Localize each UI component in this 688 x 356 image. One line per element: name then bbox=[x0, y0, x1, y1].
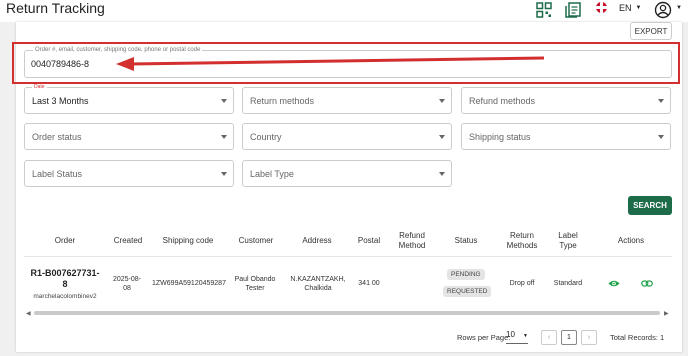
chevron-down-icon bbox=[221, 172, 227, 176]
col-status[interactable]: Status bbox=[446, 236, 486, 246]
refund-methods-label: Refund methods bbox=[469, 96, 536, 106]
scroll-left-icon[interactable]: ◀ bbox=[26, 310, 31, 317]
col-address[interactable]: Address bbox=[296, 236, 338, 246]
search-input[interactable]: Order #, email, customer, shipping code,… bbox=[24, 47, 672, 78]
col-refund-method[interactable]: Refund Method bbox=[392, 231, 432, 251]
refund-methods-select[interactable]: Refund methods bbox=[461, 87, 671, 114]
status-badge: REQUESTED bbox=[443, 286, 492, 297]
order-id[interactable]: R1-B007627731-8 bbox=[30, 268, 100, 290]
qr-grid-icon[interactable] bbox=[535, 1, 553, 19]
address: N.KAZANTZAKH, Chalkida bbox=[290, 276, 346, 292]
col-label-type[interactable]: Label Type bbox=[553, 231, 583, 251]
prev-page-button[interactable]: ‹ bbox=[541, 330, 557, 345]
chevron-down-icon bbox=[439, 172, 445, 176]
total-records: Total Records: 1 bbox=[610, 333, 665, 342]
chevron-right-icon: › bbox=[587, 334, 591, 341]
col-postal[interactable]: Postal bbox=[352, 236, 386, 246]
date-value: Last 3 Months bbox=[32, 96, 89, 106]
date-label: Date bbox=[32, 84, 47, 90]
chevron-down-icon bbox=[439, 99, 445, 103]
rows-per-page-label: Rows per Page: bbox=[457, 333, 511, 342]
account-chevron-icon[interactable]: ▼ bbox=[676, 5, 682, 11]
date-select[interactable]: Date Last 3 Months bbox=[24, 84, 234, 114]
order-status-select[interactable]: Order status bbox=[24, 123, 234, 150]
country-label: Country bbox=[250, 132, 282, 142]
rows-per-page-select[interactable]: 10 ▼ bbox=[506, 330, 528, 344]
country-select[interactable]: Country bbox=[242, 123, 452, 150]
language-selector[interactable]: EN ▼ bbox=[596, 2, 641, 13]
label-status-label: Label Status bbox=[32, 169, 83, 179]
return-methods-select[interactable]: Return methods bbox=[242, 87, 452, 114]
chevron-down-icon bbox=[439, 135, 445, 139]
link-icon[interactable] bbox=[641, 279, 653, 288]
col-return-methods[interactable]: Return Methods bbox=[502, 231, 542, 251]
order-user: marchelacolombinev2 bbox=[33, 293, 97, 300]
page-number-button[interactable]: 1 bbox=[561, 330, 577, 345]
chevron-down-icon bbox=[221, 99, 227, 103]
shipping-status-select[interactable]: Shipping status bbox=[461, 123, 671, 150]
label-type-label: Label Type bbox=[250, 169, 294, 179]
rows-per-page-value: 10 bbox=[506, 330, 515, 339]
chevron-down-icon bbox=[658, 135, 664, 139]
next-page-button[interactable]: › bbox=[581, 330, 597, 345]
return-methods-label: Return methods bbox=[250, 96, 315, 106]
col-customer[interactable]: Customer bbox=[232, 236, 280, 246]
search-button[interactable]: SEARCH bbox=[628, 196, 672, 215]
shipping-code: 1ZW699A59120459287 bbox=[152, 280, 226, 287]
return-method: Drop off bbox=[509, 280, 535, 287]
col-order[interactable]: Order bbox=[40, 236, 90, 246]
shipping-status-label: Shipping status bbox=[469, 132, 531, 142]
status-badge: PENDING bbox=[447, 269, 485, 280]
language-label: EN bbox=[619, 2, 632, 13]
created-date: 2025-08-08 bbox=[112, 276, 142, 292]
chevron-down-icon: ▼ bbox=[635, 4, 642, 11]
uk-flag-icon bbox=[596, 2, 607, 13]
scroll-right-icon[interactable]: ▶ bbox=[664, 310, 669, 317]
chevron-left-icon: ‹ bbox=[547, 334, 551, 341]
label-status-select[interactable]: Label Status bbox=[24, 160, 234, 187]
search-value: 0040789486-8 bbox=[31, 59, 90, 69]
col-created[interactable]: Created bbox=[108, 236, 148, 246]
horizontal-scrollbar[interactable] bbox=[34, 311, 660, 315]
header-divider bbox=[24, 256, 672, 257]
customer-name: Paul Obando Tester bbox=[234, 276, 276, 292]
page-title: Return Tracking bbox=[6, 0, 105, 16]
label-type: Standard bbox=[553, 280, 583, 287]
chevron-down-icon bbox=[221, 135, 227, 139]
col-actions: Actions bbox=[617, 236, 645, 245]
chevron-down-icon bbox=[658, 99, 664, 103]
top-bar: Return Tracking EN ▼ ▼ bbox=[0, 0, 688, 22]
order-status-label: Order status bbox=[32, 132, 82, 142]
postal-code: 341 00 bbox=[358, 280, 380, 287]
account-icon[interactable] bbox=[654, 1, 672, 19]
documents-icon[interactable] bbox=[564, 1, 582, 19]
search-label: Order #, email, customer, shipping code,… bbox=[33, 47, 203, 53]
export-button[interactable]: EXPORT bbox=[630, 22, 672, 40]
label-type-select[interactable]: Label Type bbox=[242, 160, 452, 187]
view-eye-icon[interactable] bbox=[608, 279, 620, 288]
chevron-down-icon: ▼ bbox=[523, 333, 528, 339]
col-shipping-code[interactable]: Shipping code bbox=[158, 236, 218, 246]
